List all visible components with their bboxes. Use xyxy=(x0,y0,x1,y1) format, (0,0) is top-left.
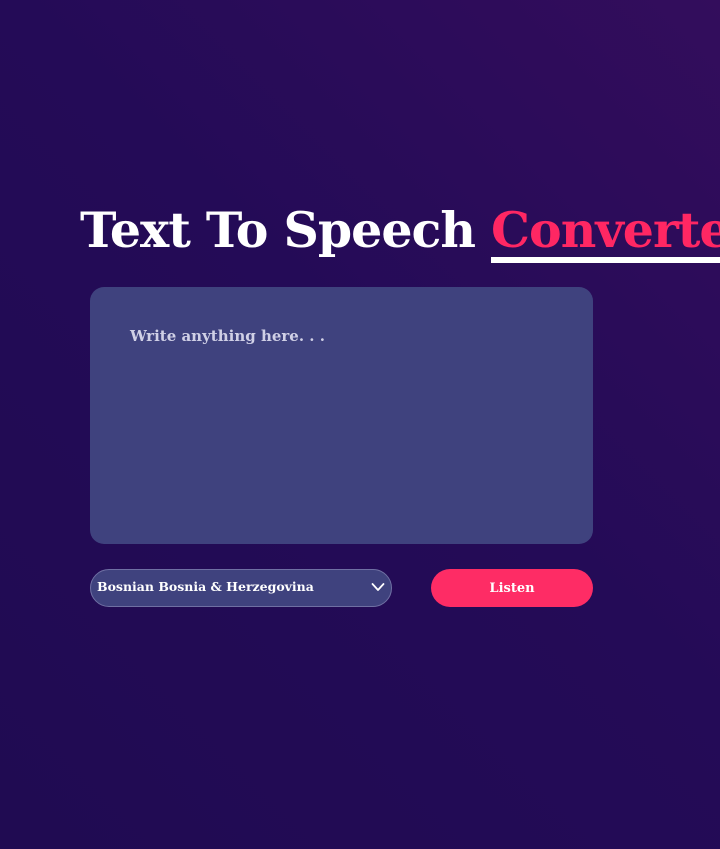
text-input[interactable] xyxy=(90,287,593,544)
listen-button[interactable]: Listen xyxy=(431,569,593,607)
chevron-down-icon xyxy=(371,583,385,591)
text-input-panel xyxy=(90,287,593,544)
page-title-accent: Converter xyxy=(491,200,720,263)
language-select-value: Bosnian Bosnia & Herzegovina xyxy=(97,579,314,594)
language-select[interactable]: Bosnian Bosnia & Herzegovina xyxy=(90,569,392,607)
controls-row: Bosnian Bosnia & Herzegovina Listen xyxy=(90,569,593,609)
page-title: Text To Speech Converter xyxy=(80,200,720,263)
page-title-main: Text To Speech xyxy=(80,201,492,259)
